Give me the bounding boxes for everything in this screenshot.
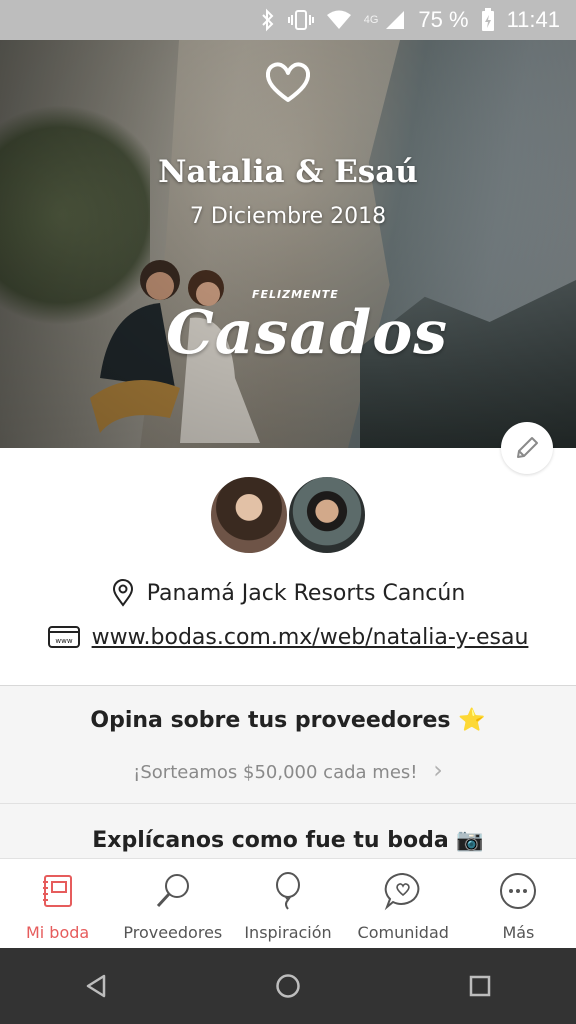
home-button[interactable] — [258, 956, 318, 1016]
chat-heart-icon — [381, 869, 425, 913]
battery-icon — [481, 8, 495, 32]
chevron-right-icon: › — [433, 756, 443, 784]
notebook-icon — [36, 869, 80, 913]
wedding-date: 7 Diciembre 2018 — [189, 204, 387, 229]
location-pin-icon — [112, 579, 133, 607]
couple-avatars[interactable] — [209, 475, 369, 557]
back-button[interactable] — [66, 956, 126, 1016]
promo-subtitle[interactable]: ¡Sorteamos $50,000 cada mes! › — [0, 756, 576, 784]
tab-label: Comunidad — [357, 923, 449, 942]
wedding-story-card[interactable]: Explícanos como fue tu boda 📷 — [0, 804, 576, 860]
edit-cover-button[interactable] — [501, 422, 553, 474]
wifi-icon — [326, 9, 352, 31]
tab-label: Mi boda — [25, 923, 90, 942]
tab-proveedores[interactable]: Proveedores — [115, 859, 230, 948]
web-browser-icon: www — [47, 626, 80, 648]
tab-mi-boda[interactable]: Mi boda — [0, 859, 115, 948]
more-icon — [496, 869, 540, 913]
bluetooth-icon — [260, 8, 276, 32]
signal-icon — [384, 9, 406, 31]
status-bar: 4G 75 % 11:41 — [0, 0, 576, 40]
website-row[interactable]: www www.bodas.com.mx/web/natalia-y-esau — [0, 619, 576, 655]
clock: 11:41 — [506, 7, 560, 32]
vibrate-icon — [287, 8, 314, 32]
venue-name: Panamá Jack Resorts Cancún — [146, 580, 466, 606]
promo-title: Opina sobre tus proveedores ⭐ — [0, 708, 576, 733]
star-icon: ⭐ — [458, 708, 486, 733]
avatar-groom[interactable] — [287, 475, 367, 555]
system-nav-bar — [0, 948, 576, 1024]
balloon-icon — [266, 869, 310, 913]
website-link[interactable]: www.bodas.com.mx/web/natalia-y-esau — [92, 625, 529, 650]
cover-photo: Natalia & Esaú 7 Diciembre 2018 FELIZMEN… — [0, 40, 576, 448]
venue-row[interactable]: Panamá Jack Resorts Cancún — [0, 575, 576, 611]
pencil-icon — [517, 437, 538, 458]
heart-logo-icon — [265, 62, 311, 102]
magnifier-icon — [151, 869, 195, 913]
tab-label: Más — [502, 923, 535, 942]
tab-label: Inspiración — [244, 923, 332, 942]
camera-icon: 📷 — [456, 828, 484, 853]
stamp-casados: Casados — [166, 298, 449, 368]
recents-square-icon — [469, 975, 491, 997]
story-title-text: Explícanos como fue tu boda — [92, 828, 449, 853]
tab-label: Proveedores — [123, 923, 223, 942]
network-type: 4G — [363, 14, 379, 26]
couple-names: Natalia & Esaú — [158, 154, 418, 190]
back-triangle-icon — [86, 974, 106, 998]
story-title: Explícanos como fue tu boda 📷 — [0, 828, 576, 853]
battery-percent: 75 % — [418, 7, 469, 32]
review-promo-card[interactable]: Opina sobre tus proveedores ⭐ ¡Sorteamos… — [0, 686, 576, 804]
recents-button[interactable] — [450, 956, 510, 1016]
avatar-bride[interactable] — [209, 475, 289, 555]
promo-title-text: Opina sobre tus proveedores — [90, 708, 451, 733]
bottom-tab-bar: Mi boda Proveedores Inspiración Comunida… — [0, 858, 576, 948]
tab-inspiracion[interactable]: Inspiración — [230, 859, 345, 948]
svg-text:www: www — [55, 637, 72, 645]
tab-comunidad[interactable]: Comunidad — [346, 859, 461, 948]
home-circle-icon — [276, 974, 300, 998]
promo-subtitle-text: ¡Sorteamos $50,000 cada mes! — [133, 762, 418, 783]
tab-mas[interactable]: Más — [461, 859, 576, 948]
